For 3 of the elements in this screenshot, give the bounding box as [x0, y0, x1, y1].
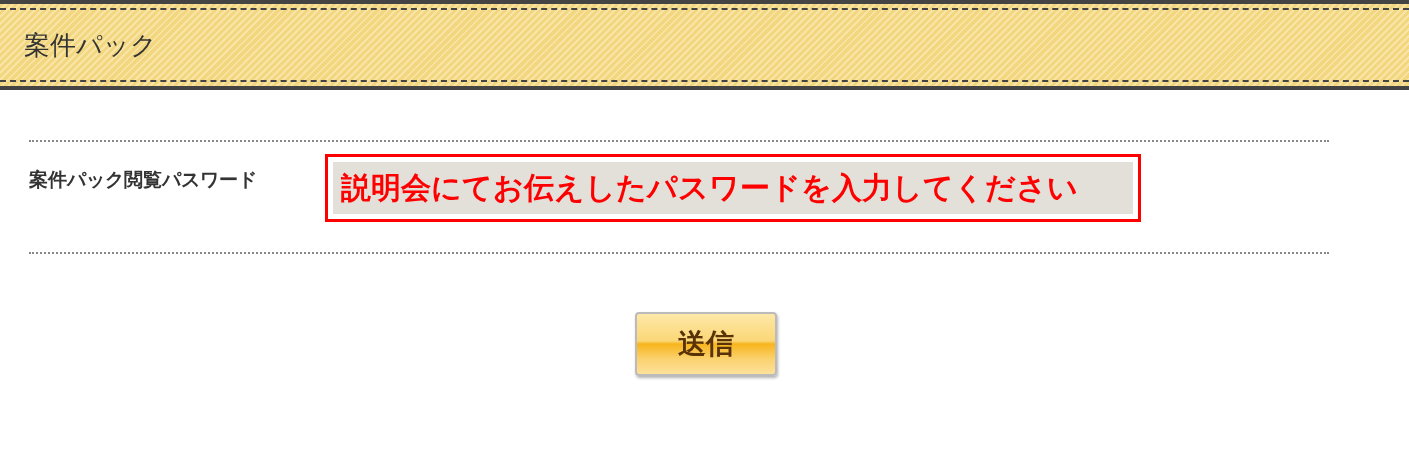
field-label: 案件パック閲覧パスワード [29, 168, 258, 192]
page-title: 案件パック [24, 28, 157, 62]
submit-button[interactable]: 送信 [634, 312, 777, 376]
